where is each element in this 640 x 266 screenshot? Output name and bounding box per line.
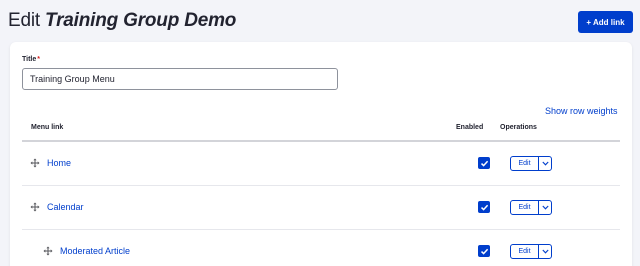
- drag-handle-icon[interactable]: [30, 158, 40, 168]
- page-title-prefix: Edit: [8, 10, 40, 31]
- enabled-checkbox[interactable]: [478, 157, 490, 169]
- menu-link-calendar[interactable]: Calendar: [47, 202, 84, 212]
- menu-link-moderated-article[interactable]: Moderated Article: [60, 246, 130, 256]
- edit-button[interactable]: Edit: [511, 157, 538, 170]
- column-header-menu-link: Menu link: [31, 124, 64, 131]
- enabled-checkbox[interactable]: [478, 201, 490, 213]
- page-header: Edit Training Group Demo + Add link: [0, 0, 640, 44]
- checkmark-icon: [480, 248, 488, 255]
- title-input[interactable]: [22, 68, 338, 90]
- table-row: Home Edit: [22, 142, 620, 186]
- checkmark-icon: [480, 160, 488, 167]
- table-row: Calendar Edit: [22, 186, 620, 230]
- chevron-down-icon: [541, 205, 549, 210]
- edit-button[interactable]: Edit: [511, 245, 538, 258]
- menu-link-home[interactable]: Home: [47, 158, 71, 168]
- chevron-down-icon: [541, 249, 549, 254]
- show-row-weights-link[interactable]: Show row weights: [545, 106, 618, 116]
- operations-dropbutton: Edit: [510, 200, 552, 215]
- enabled-checkbox[interactable]: [478, 245, 490, 257]
- operations-dropbutton: Edit: [510, 156, 552, 171]
- operations-toggle-button[interactable]: [538, 245, 551, 258]
- chevron-down-icon: [541, 161, 549, 166]
- menu-edit-card: Title* Show row weights Menu link Enable…: [10, 42, 632, 266]
- checkmark-icon: [480, 204, 488, 211]
- operations-toggle-button[interactable]: [538, 201, 551, 214]
- operations-toggle-button[interactable]: [538, 157, 551, 170]
- add-link-button[interactable]: + Add link: [578, 11, 633, 33]
- page-title-menu-name: Training Group Demo: [45, 10, 237, 31]
- column-header-operations: Operations: [500, 124, 537, 131]
- drag-handle-icon[interactable]: [43, 246, 53, 256]
- title-field-label: Title*: [22, 56, 40, 63]
- table-row: Moderated Article Edit: [22, 230, 620, 266]
- column-header-enabled: Enabled: [456, 124, 484, 131]
- operations-dropbutton: Edit: [510, 244, 552, 259]
- page-title: Edit Training Group Demo: [8, 10, 236, 32]
- title-label-text: Title: [22, 56, 37, 63]
- required-marker: *: [37, 56, 40, 63]
- edit-button[interactable]: Edit: [511, 201, 538, 214]
- table-header: Menu link Enabled Operations: [22, 122, 620, 142]
- drag-handle-icon[interactable]: [30, 202, 40, 212]
